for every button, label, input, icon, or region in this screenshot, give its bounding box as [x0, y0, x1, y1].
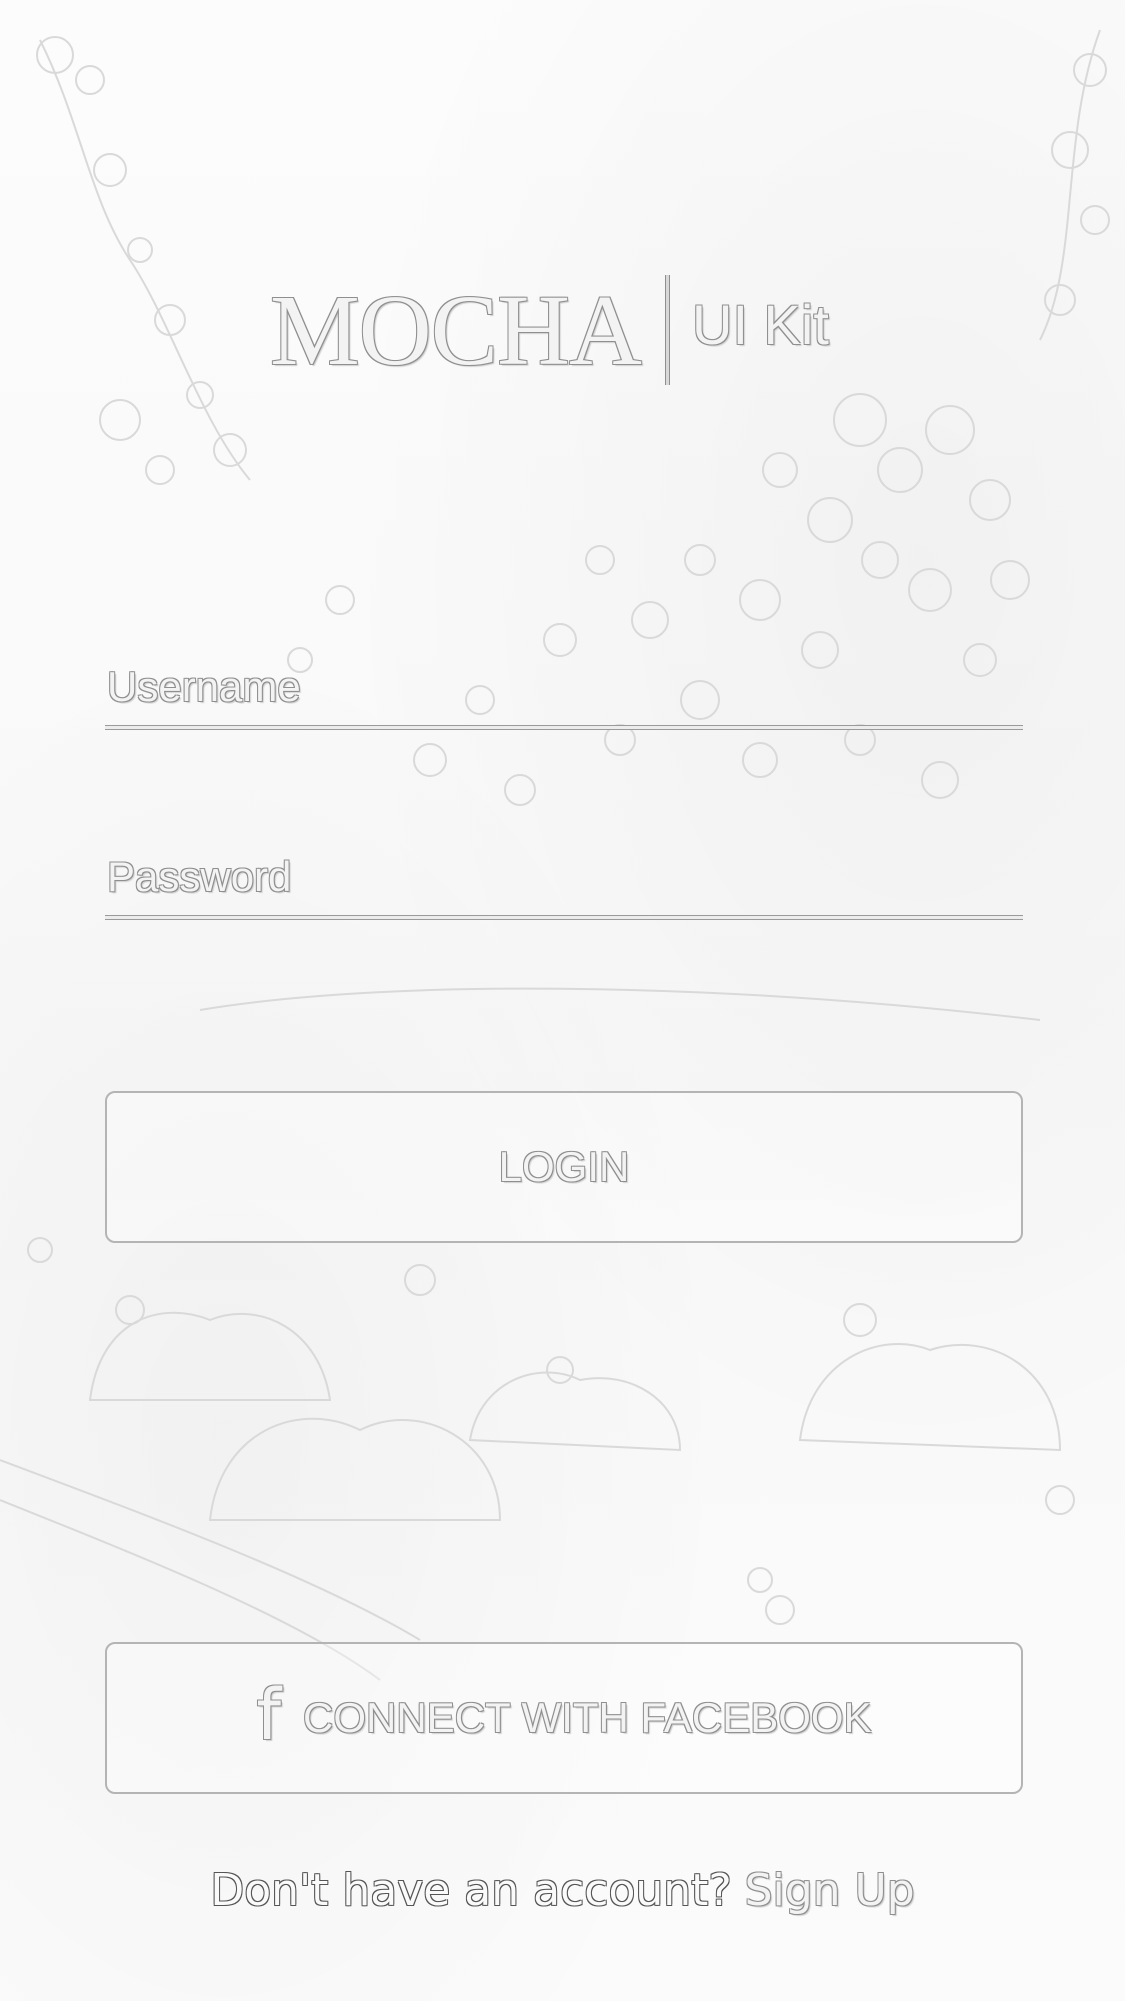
- login-button[interactable]: LOGIN: [105, 1091, 1023, 1243]
- password-underline: [105, 915, 1023, 920]
- username-underline: [105, 725, 1023, 730]
- signup-link[interactable]: Sign Up: [745, 1865, 915, 1916]
- password-field[interactable]: Password: [105, 840, 1023, 920]
- brand-divider: [665, 275, 670, 385]
- signup-prompt: Don't have an account?: [210, 1865, 732, 1916]
- username-placeholder: Username: [107, 663, 301, 710]
- signup-row: Don't have an account? Sign Up: [0, 1866, 1125, 1913]
- brand-logo: MOCHA UI Kit: [270, 270, 829, 390]
- login-button-label: LOGIN: [498, 1143, 630, 1190]
- facebook-icon: f: [256, 1674, 282, 1756]
- connect-facebook-button[interactable]: f CONNECT WITH FACEBOOK: [105, 1642, 1023, 1794]
- brand-subtitle: UI Kit: [692, 293, 829, 356]
- login-screen: MOCHA UI Kit Username Password LOGIN f C…: [0, 0, 1125, 2001]
- password-placeholder: Password: [107, 853, 292, 900]
- username-field[interactable]: Username: [105, 650, 1023, 730]
- brand-name: MOCHA: [270, 273, 642, 386]
- connect-facebook-label: CONNECT WITH FACEBOOK: [303, 1694, 872, 1741]
